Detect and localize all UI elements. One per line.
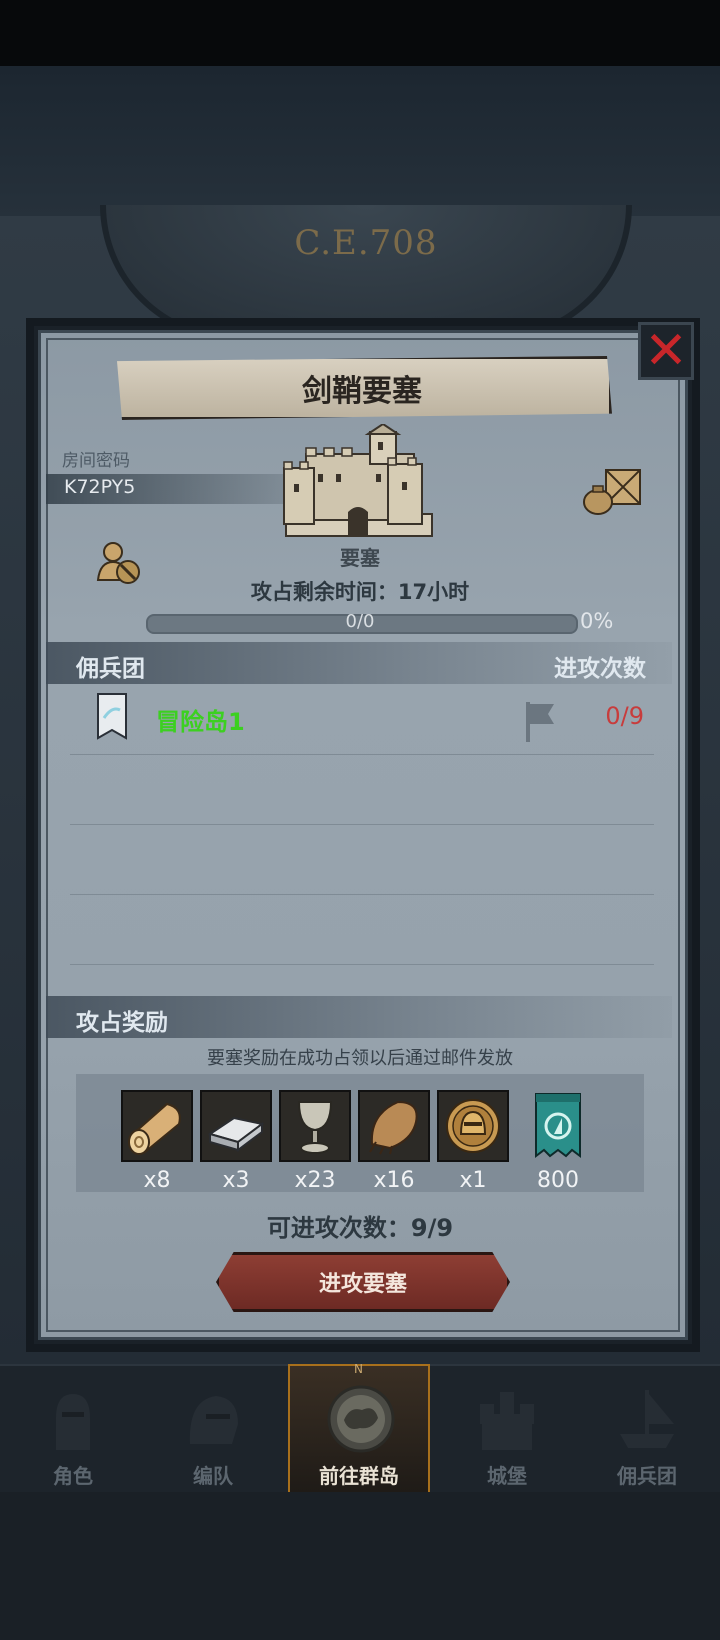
rewards-header: 攻占奖励 xyxy=(76,1010,168,1036)
wood-log-icon xyxy=(121,1090,193,1162)
reward-item[interactable]: x16 xyxy=(358,1090,430,1193)
ship-icon xyxy=(620,1390,674,1448)
flag-icon xyxy=(526,702,554,742)
reward-note: 要塞奖励在成功占领以后通过邮件发放 xyxy=(207,1048,513,1069)
nav-label: 佣兵团 xyxy=(617,1464,677,1488)
nav-label: 前往群岛 xyxy=(319,1464,399,1488)
mercenary-header: 佣兵团 xyxy=(76,656,145,682)
calendar-dial: C.E.708 xyxy=(100,205,632,341)
title-banner: 剑鞘要塞 xyxy=(117,356,612,420)
reward-count: x16 xyxy=(373,1168,415,1193)
castle-icon xyxy=(480,1392,534,1450)
nav-castle[interactable]: 城堡 xyxy=(438,1366,576,1494)
reward-count: 800 xyxy=(537,1168,579,1193)
nav-go-islands[interactable]: N 前往群岛 xyxy=(288,1362,430,1494)
fortress-label: 要塞 xyxy=(340,546,380,570)
compass-map-icon xyxy=(327,1385,395,1453)
attack-count-header: 进攻次数 xyxy=(554,656,646,682)
attack-fortress-button[interactable]: 进攻要塞 xyxy=(216,1252,510,1312)
silver-goblet-icon xyxy=(279,1090,351,1162)
nav-label: 编队 xyxy=(193,1464,233,1488)
reward-count: x3 xyxy=(222,1168,250,1193)
room-code: K72PY5 xyxy=(64,476,136,498)
nav-mercenaries[interactable]: 佣兵团 xyxy=(578,1366,716,1494)
reward-count: x23 xyxy=(294,1168,336,1193)
fur-pelt-icon xyxy=(358,1090,430,1162)
fortress-icon xyxy=(283,424,433,537)
capture-progress-percent: 0% xyxy=(580,609,614,633)
reward-item[interactable]: x23 xyxy=(279,1090,351,1193)
mercenary-attack-count: 0/9 xyxy=(605,702,644,730)
capture-progress-text: 0/0 xyxy=(345,611,375,632)
reward-item[interactable]: 800 xyxy=(522,1090,594,1193)
reward-item[interactable]: x1 xyxy=(437,1090,509,1193)
empty-mercenary-row xyxy=(70,754,654,825)
status-bar xyxy=(0,0,720,66)
mercenary-banner-icon xyxy=(97,693,127,740)
reward-item[interactable]: x8 xyxy=(121,1090,193,1193)
reward-bag-icon[interactable] xyxy=(580,466,644,516)
nav-character[interactable]: 角色 xyxy=(4,1366,142,1494)
knight-helmet-coin-icon xyxy=(437,1090,509,1162)
guild-banner-icon xyxy=(522,1090,594,1162)
time-remaining: 攻占剩余时间：17小时 xyxy=(250,580,470,604)
reward-count: x8 xyxy=(143,1168,171,1193)
bottom-nav: 角色 编队 N 前往群岛 城堡 佣兵团 xyxy=(0,1362,720,1494)
nav-label: 城堡 xyxy=(487,1464,527,1488)
attack-fortress-label: 进攻要塞 xyxy=(318,1272,407,1297)
empty-mercenary-row xyxy=(70,894,654,965)
dialog-title: 剑鞘要塞 xyxy=(302,374,422,409)
knight-icon xyxy=(56,1394,90,1450)
reward-count: x1 xyxy=(459,1168,487,1193)
iron-ingot-icon xyxy=(200,1090,272,1162)
close-button[interactable]: ✕ xyxy=(638,322,694,380)
reward-item[interactable]: x3 xyxy=(200,1090,272,1193)
helmet-icon xyxy=(189,1396,238,1444)
nav-formation[interactable]: 编队 xyxy=(144,1366,282,1494)
close-icon: ✕ xyxy=(644,321,688,381)
mercenary-name: 冒险岛1 xyxy=(156,708,245,736)
room-code-label: 房间密码 xyxy=(62,451,130,471)
compass-n-icon: N xyxy=(354,1362,363,1376)
attacks-remaining: 可进攻次数：9/9 xyxy=(266,1214,454,1242)
empty-mercenary-row xyxy=(70,824,654,895)
mercenary-row[interactable]: 冒险岛1 0/9 xyxy=(70,684,654,755)
background-top xyxy=(0,66,720,216)
nav-label: 角色 xyxy=(53,1464,93,1488)
calendar-year: C.E.708 xyxy=(294,223,438,263)
bottom-area xyxy=(0,1492,720,1640)
